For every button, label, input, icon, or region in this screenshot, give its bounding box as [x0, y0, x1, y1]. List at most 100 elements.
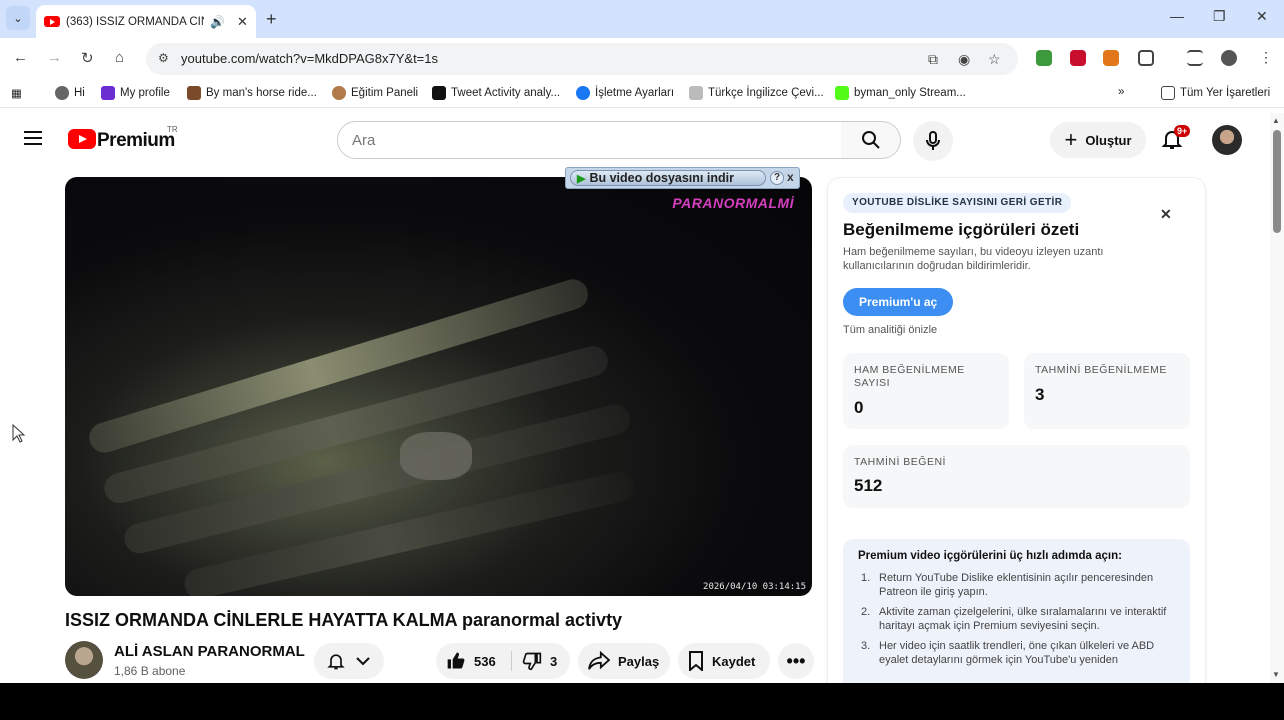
- microphone-icon: [926, 131, 940, 150]
- bookmark-item[interactable]: Hi: [55, 86, 85, 100]
- step-item: 2. Aktivite zaman çizelgelerini, ülke sır…: [861, 606, 1167, 632]
- scroll-down-icon[interactable]: ▼: [1272, 670, 1280, 679]
- stat-label: HAM BEĞENİLMEME SAYISI: [854, 364, 965, 389]
- steps-list: 1. Return YouTube Dislike eklentisinin aç…: [861, 571, 1171, 673]
- extension-metamask-icon[interactable]: [1103, 50, 1119, 66]
- panel-title: Beğenilmeme içgörüleri özeti: [843, 220, 1080, 239]
- youtube-favicon-icon: [44, 16, 60, 27]
- like-button[interactable]: 536: [436, 651, 512, 671]
- music-note-icon: [689, 86, 703, 100]
- scroll-up-icon[interactable]: ▲: [1272, 116, 1280, 125]
- reading-list-icon[interactable]: [1187, 50, 1203, 66]
- reload-icon[interactable]: ↻: [81, 49, 94, 67]
- tab-strip: ⌄ (363) ISSIZ ORMANDA CİNL 🔊 ✕ + — ❐ ✕: [0, 0, 1284, 38]
- stat-label: TAHMİNİ BEĞENİLMEME: [1035, 364, 1167, 376]
- eye-off-icon[interactable]: ◉: [958, 51, 970, 68]
- bookmark-item[interactable]: Eğitim Paneli: [332, 86, 418, 100]
- install-app-icon[interactable]: ⧉: [928, 51, 938, 68]
- download-button[interactable]: ▶ Bu video dosyasını indir: [570, 170, 766, 186]
- apps-grid-icon[interactable]: ▦: [11, 86, 22, 100]
- steps-heading: Premium video içgörülerini üç hızlı adım…: [858, 550, 1122, 562]
- url-text: youtube.com/watch?v=MkdDPAG8x7Y&t=1s: [181, 51, 438, 66]
- tab-title: (363) ISSIZ ORMANDA CİNL: [66, 15, 204, 28]
- site-settings-icon[interactable]: ⚙: [158, 51, 169, 65]
- bookmark-icon: [689, 651, 703, 671]
- browser-window: ⌄ (363) ISSIZ ORMANDA CİNL 🔊 ✕ + — ❐ ✕ ←…: [0, 0, 1284, 683]
- channel-avatar[interactable]: [65, 641, 103, 679]
- menu-icon[interactable]: [24, 131, 42, 149]
- menu-kebab-icon[interactable]: ⋮: [1258, 50, 1274, 66]
- forward-icon[interactable]: →: [47, 49, 62, 66]
- help-icon[interactable]: ?: [770, 171, 784, 185]
- video-title: ISSIZ ORMANDA CİNLERLE HAYATTA KALMA par…: [65, 610, 623, 630]
- search-button[interactable]: [841, 121, 901, 159]
- screen-bottom-bar: [0, 683, 1284, 720]
- youtube-logo-icon[interactable]: [68, 129, 96, 149]
- new-tab-button[interactable]: +: [266, 9, 277, 30]
- bookmark-star-icon[interactable]: ☆: [988, 51, 1001, 68]
- speaker-icon[interactable]: 🔊: [210, 15, 225, 29]
- bookmarks-bar: ▦ Hi My profile By man's horse ride... E…: [0, 80, 1284, 108]
- home-icon[interactable]: ⌂: [115, 49, 124, 66]
- raw-dislike-card: HAM BEĞENİLMEME SAYISI 0: [843, 353, 1009, 429]
- bookmark-item[interactable]: By man's horse ride...: [187, 86, 317, 100]
- more-actions-button[interactable]: •••: [778, 643, 814, 679]
- premium-steps-box: Premium video içgörülerini üç hızlı adım…: [843, 539, 1190, 683]
- voice-search-button[interactable]: [913, 121, 953, 161]
- search-icon: [861, 131, 880, 149]
- create-button[interactable]: + Oluştur: [1050, 122, 1146, 158]
- bookmark-item[interactable]: Türkçe İngilizce Çevi...: [689, 86, 824, 100]
- bell-icon: [327, 654, 345, 670]
- window-close-icon[interactable]: ✕: [1256, 8, 1268, 25]
- bookmark-item[interactable]: My profile: [101, 86, 170, 100]
- extension-globe-icon[interactable]: [1036, 50, 1052, 66]
- notification-count-badge: 9+: [1174, 125, 1191, 137]
- bookmark-item[interactable]: Tweet Activity analy...: [432, 86, 560, 100]
- youtube-brand[interactable]: Premium: [97, 130, 175, 152]
- stat-value: 512: [854, 476, 883, 495]
- kick-icon: [835, 86, 849, 100]
- preview-analytics-link[interactable]: Tüm analitiği önizle: [843, 324, 937, 336]
- channel-name[interactable]: ALİ ASLAN PARANORMAL: [114, 643, 305, 660]
- search-input[interactable]: Ara: [337, 121, 842, 159]
- download-bar: ▶ Bu video dosyasını indir ? x: [565, 167, 800, 189]
- region-code: TR: [167, 125, 178, 134]
- bookmark-item[interactable]: İşletme Ayarları: [576, 86, 674, 100]
- panel-description: Ham beğenilmeme sayıları, bu videoyu izl…: [843, 246, 1104, 272]
- tab-active[interactable]: (363) ISSIZ ORMANDA CİNL 🔊 ✕: [36, 5, 256, 38]
- thumbs-up-icon: [447, 652, 465, 669]
- meta-icon: [576, 86, 590, 100]
- subscription-button[interactable]: [314, 643, 384, 679]
- tab-close-icon[interactable]: ✕: [237, 14, 248, 30]
- step-item: 3. Her video için saatlik trendleri, öne …: [861, 640, 1155, 666]
- bookmark-item[interactable]: byman_only Stream...: [835, 86, 966, 100]
- browser-toolbar: ← → ↻ ⌂ ⚙ youtube.com/watch?v=MkdDPAG8x7…: [0, 38, 1284, 80]
- video-player[interactable]: PARANORMALMİ 2026/04/10 03:14:15: [65, 177, 812, 596]
- thumbs-down-icon: [522, 652, 542, 671]
- share-button[interactable]: Paylaş: [578, 643, 670, 679]
- restore-icon[interactable]: ❐: [1213, 8, 1226, 25]
- download-close-icon[interactable]: x: [787, 170, 794, 184]
- subscriber-count: 1,86 B abone: [114, 664, 186, 678]
- log-shape: [181, 468, 637, 596]
- address-bar[interactable]: ⚙ youtube.com/watch?v=MkdDPAG8x7Y&t=1s ⧉…: [146, 43, 1018, 75]
- minimize-icon[interactable]: —: [1170, 8, 1184, 24]
- scrollbar-thumb[interactable]: [1273, 130, 1281, 233]
- search-placeholder: Ara: [352, 132, 376, 149]
- youtube-masthead: Premium TR Ara + Oluştur 9+: [0, 113, 1270, 167]
- globe-icon: [55, 86, 69, 100]
- back-icon[interactable]: ←: [13, 49, 28, 66]
- save-button[interactable]: Kaydet: [678, 643, 770, 679]
- panel-close-icon[interactable]: ✕: [1160, 206, 1172, 223]
- education-icon: [332, 86, 346, 100]
- profile-site-icon: [101, 86, 115, 100]
- bookmarks-overflow-icon[interactable]: »: [1118, 86, 1124, 98]
- account-avatar[interactable]: [1212, 125, 1242, 155]
- extension-dislike-icon[interactable]: [1070, 50, 1086, 66]
- dislike-button[interactable]: 3: [512, 651, 557, 671]
- premium-open-button[interactable]: Premium'u aç: [843, 288, 954, 316]
- tab-search-button[interactable]: ⌄: [6, 6, 30, 30]
- extensions-puzzle-icon[interactable]: [1138, 50, 1154, 66]
- all-bookmarks[interactable]: Tüm Yer İşaretleri: [1161, 86, 1270, 100]
- profile-icon[interactable]: [1221, 50, 1237, 66]
